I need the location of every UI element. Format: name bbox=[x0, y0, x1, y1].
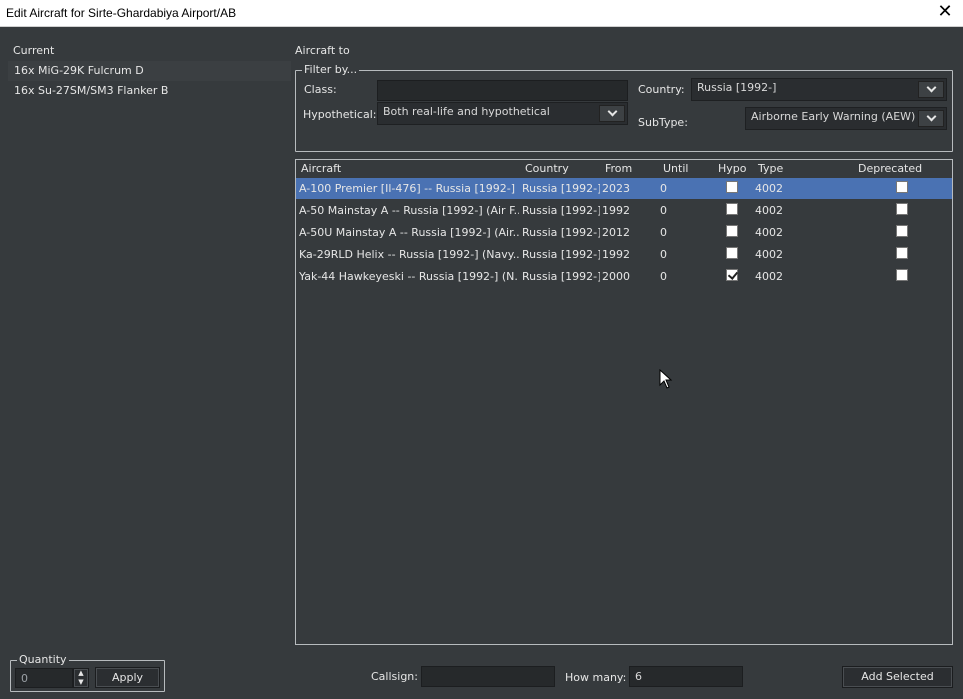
column-header-until[interactable]: Until bbox=[663, 162, 688, 175]
title-bar: Edit Aircraft for Sirte-Ghardabiya Airpo… bbox=[0, 0, 963, 27]
add-selected-button[interactable]: Add Selected bbox=[842, 666, 953, 688]
cell-aircraft: A-50U Mainstay A -- Russia [1992-] (Air.… bbox=[299, 226, 519, 239]
cell-from: 2000 bbox=[602, 270, 630, 283]
hypo-checkbox[interactable] bbox=[726, 181, 738, 193]
column-header-country[interactable]: Country bbox=[525, 162, 569, 175]
cell-type: 4002 bbox=[755, 226, 783, 239]
chevron-down-icon bbox=[607, 106, 617, 117]
cell-aircraft: Yak-44 Hawkeyeski -- Russia [1992-] (N..… bbox=[299, 270, 519, 283]
table-row[interactable]: Ka-29RLD Helix -- Russia [1992-] (Navy..… bbox=[296, 244, 952, 265]
cell-type: 4002 bbox=[755, 270, 783, 283]
hypo-checkbox[interactable] bbox=[726, 225, 738, 237]
quantity-legend: Quantity bbox=[17, 653, 69, 666]
filter-legend: Filter by... bbox=[302, 63, 360, 76]
how-many-input[interactable]: 6 bbox=[629, 666, 743, 687]
subtype-select-value: Airborne Early Warning (AEW) bbox=[751, 110, 916, 123]
cell-until: 0 bbox=[660, 182, 667, 195]
hypo-checkbox[interactable] bbox=[726, 247, 738, 259]
cell-until: 0 bbox=[660, 248, 667, 261]
cell-country: Russia [1992-] bbox=[522, 270, 600, 283]
deprecated-checkbox[interactable] bbox=[896, 203, 908, 215]
cell-until: 0 bbox=[660, 226, 667, 239]
aircraft-to-label: Aircraft to bbox=[295, 44, 350, 57]
cell-country: Russia [1992-] bbox=[522, 226, 600, 239]
cell-aircraft: A-100 Premier [Il-476] -- Russia [1992-]… bbox=[299, 182, 519, 195]
table-row[interactable]: Yak-44 Hawkeyeski -- Russia [1992-] (N..… bbox=[296, 266, 952, 287]
current-label: Current bbox=[13, 44, 55, 57]
cell-from: 2012 bbox=[602, 226, 630, 239]
chevron-down-icon bbox=[926, 111, 936, 122]
cell-aircraft: A-50 Mainstay A -- Russia [1992-] (Air F… bbox=[299, 204, 519, 217]
class-input[interactable] bbox=[377, 80, 628, 101]
stepper-down-icon[interactable]: ▼ bbox=[74, 678, 88, 687]
hypothetical-dropdown-button[interactable] bbox=[599, 105, 625, 122]
hypothetical-select[interactable]: Both real-life and hypothetical bbox=[377, 102, 628, 125]
class-label: Class: bbox=[304, 83, 337, 96]
column-header-deprecated[interactable]: Deprecated bbox=[858, 162, 922, 175]
table-row[interactable]: A-100 Premier [Il-476] -- Russia [1992-]… bbox=[296, 178, 952, 199]
chevron-down-icon bbox=[926, 82, 936, 93]
cell-until: 0 bbox=[660, 270, 667, 283]
country-select-value: Russia [1992-] bbox=[697, 81, 777, 94]
country-label: Country: bbox=[638, 83, 685, 96]
cell-type: 4002 bbox=[755, 182, 783, 195]
mouse-cursor-icon bbox=[659, 369, 673, 389]
column-header-from[interactable]: From bbox=[605, 162, 632, 175]
table-row[interactable]: A-50U Mainstay A -- Russia [1992-] (Air.… bbox=[296, 222, 952, 243]
hypothetical-select-value: Both real-life and hypothetical bbox=[383, 105, 550, 118]
table-header: Aircraft Country From Until Hypo Type De… bbox=[296, 160, 952, 178]
current-list-item[interactable]: 16x Su-27SM/SM3 Flanker B bbox=[8, 81, 291, 101]
quantity-stepper[interactable]: ▲ ▼ bbox=[73, 668, 89, 688]
column-header-type[interactable]: Type bbox=[758, 162, 783, 175]
stepper-up-icon[interactable]: ▲ bbox=[74, 669, 88, 678]
deprecated-checkbox[interactable] bbox=[896, 181, 908, 193]
hypothetical-label: Hypothetical: bbox=[303, 108, 377, 121]
country-select[interactable]: Russia [1992-] bbox=[691, 78, 947, 101]
deprecated-checkbox[interactable] bbox=[896, 269, 908, 281]
subtype-select[interactable]: Airborne Early Warning (AEW) bbox=[745, 107, 947, 130]
cell-country: Russia [1992-] bbox=[522, 204, 600, 217]
current-list-item[interactable]: 16x MiG-29K Fulcrum D bbox=[8, 61, 291, 81]
cell-country: Russia [1992-] bbox=[522, 182, 600, 195]
window-title: Edit Aircraft for Sirte-Ghardabiya Airpo… bbox=[6, 6, 237, 20]
cell-type: 4002 bbox=[755, 204, 783, 217]
how-many-label: How many: bbox=[565, 671, 627, 684]
cell-from: 1992 bbox=[602, 248, 630, 261]
close-icon[interactable]: ✕ bbox=[935, 2, 955, 22]
hypo-checkbox[interactable] bbox=[726, 269, 738, 281]
hypo-checkbox[interactable] bbox=[726, 203, 738, 215]
aircraft-table[interactable]: Aircraft Country From Until Hypo Type De… bbox=[295, 159, 953, 645]
table-row[interactable]: A-50 Mainstay A -- Russia [1992-] (Air F… bbox=[296, 200, 952, 221]
deprecated-checkbox[interactable] bbox=[896, 225, 908, 237]
quantity-input[interactable]: 0 bbox=[15, 668, 73, 688]
cell-country: Russia [1992-] bbox=[522, 248, 600, 261]
subtype-dropdown-button[interactable] bbox=[918, 110, 944, 127]
cell-until: 0 bbox=[660, 204, 667, 217]
current-list: 16x MiG-29K Fulcrum D 16x Su-27SM/SM3 Fl… bbox=[8, 61, 291, 101]
cell-from: 1992 bbox=[602, 204, 630, 217]
subtype-label: SubType: bbox=[638, 116, 688, 129]
apply-button[interactable]: Apply bbox=[95, 667, 160, 688]
cell-from: 2023 bbox=[602, 182, 630, 195]
cell-type: 4002 bbox=[755, 248, 783, 261]
deprecated-checkbox[interactable] bbox=[896, 247, 908, 259]
cell-aircraft: Ka-29RLD Helix -- Russia [1992-] (Navy..… bbox=[299, 248, 519, 261]
country-dropdown-button[interactable] bbox=[918, 81, 944, 98]
callsign-input[interactable] bbox=[421, 666, 555, 687]
column-header-hypo[interactable]: Hypo bbox=[718, 162, 747, 175]
column-header-aircraft[interactable]: Aircraft bbox=[301, 162, 341, 175]
callsign-label: Callsign: bbox=[371, 670, 418, 683]
